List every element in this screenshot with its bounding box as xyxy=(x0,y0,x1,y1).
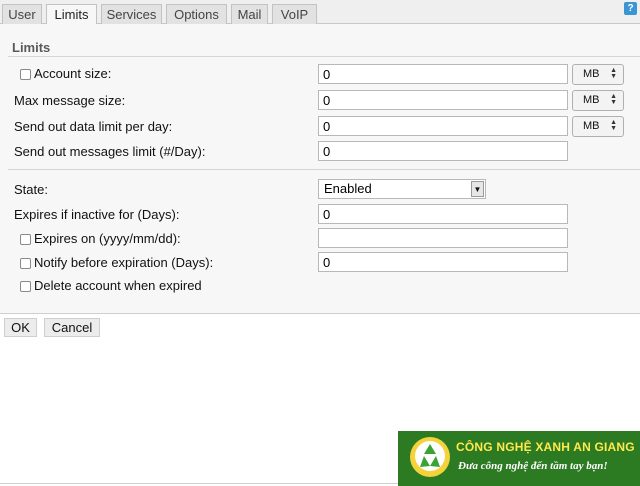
send-out-data-limit-unit-value: MB xyxy=(583,120,600,132)
account-size-unit-value: MB xyxy=(583,68,600,80)
max-message-size-label: Max message size: xyxy=(14,93,126,108)
chevron-down-icon: ▼ xyxy=(471,181,484,197)
max-message-size-unit-value: MB xyxy=(583,94,600,106)
stepper-arrows-icon: ▲ ▼ xyxy=(610,67,617,80)
expires-on-input[interactable] xyxy=(318,228,568,248)
ok-button[interactable]: OK xyxy=(4,318,37,337)
stepper-arrows-icon: ▲ ▼ xyxy=(610,119,617,132)
watermark-logo: CÔNG NGHỆ XANH AN GIANG Đưa công nghệ đế… xyxy=(398,431,640,486)
notify-before-expiration-input[interactable] xyxy=(318,252,568,272)
notify-before-expiration-checkbox[interactable] xyxy=(20,258,31,269)
window-bottom-border xyxy=(0,483,398,484)
recycle-logo-icon xyxy=(410,437,450,477)
watermark-title: CÔNG NGHỆ XANH AN GIANG xyxy=(456,440,635,454)
account-size-label: Account size: xyxy=(34,66,112,81)
state-select-value: Enabled xyxy=(324,181,372,196)
send-out-data-limit-unit-select[interactable]: MB ▲ ▼ xyxy=(572,116,624,137)
send-out-data-limit-label: Send out data limit per day: xyxy=(14,119,173,134)
delete-when-expired-checkbox[interactable] xyxy=(20,281,31,292)
watermark-tagline: Đưa công nghệ đến tầm tay bạn! xyxy=(458,460,608,472)
send-out-messages-limit-input[interactable] xyxy=(318,141,568,161)
send-out-data-limit-input[interactable] xyxy=(318,116,568,136)
tab-user[interactable]: User xyxy=(2,4,42,24)
tab-limits[interactable]: Limits xyxy=(46,4,97,25)
tab-bar: User Limits Services Options Mail VoIP ? xyxy=(0,0,640,25)
tab-services[interactable]: Services xyxy=(101,4,162,24)
state-label: State: xyxy=(14,182,48,197)
tab-options[interactable]: Options xyxy=(166,4,227,24)
stepper-arrows-icon: ▲ ▼ xyxy=(610,93,617,106)
state-select[interactable]: Enabled ▼ xyxy=(318,179,486,199)
delete-when-expired-label: Delete account when expired xyxy=(34,278,202,293)
expires-if-inactive-input[interactable] xyxy=(318,204,568,224)
expires-if-inactive-label: Expires if inactive for (Days): xyxy=(14,207,180,222)
section-title-limits: Limits xyxy=(12,40,51,55)
cancel-button[interactable]: Cancel xyxy=(44,318,100,337)
tab-mail[interactable]: Mail xyxy=(231,4,268,24)
notify-before-expiration-label: Notify before expiration (Days): xyxy=(34,255,214,270)
max-message-size-input[interactable] xyxy=(318,90,568,110)
section-divider xyxy=(8,56,640,57)
tab-voip[interactable]: VoIP xyxy=(272,4,317,24)
expires-on-checkbox[interactable] xyxy=(20,234,31,245)
send-out-messages-limit-label: Send out messages limit (#/Day): xyxy=(14,144,206,159)
expires-on-label: Expires on (yyyy/mm/dd): xyxy=(34,231,181,246)
limits-panel: Limits Account size: MB ▲▼ Max message s… xyxy=(0,24,640,314)
section-divider xyxy=(8,169,640,170)
account-size-input[interactable] xyxy=(318,64,568,84)
help-icon[interactable]: ? xyxy=(624,2,637,15)
max-message-size-unit-select[interactable]: MB ▲ ▼ xyxy=(572,90,624,111)
account-size-checkbox[interactable] xyxy=(20,69,31,80)
account-size-unit-select[interactable]: MB ▲ ▼ xyxy=(572,64,624,85)
